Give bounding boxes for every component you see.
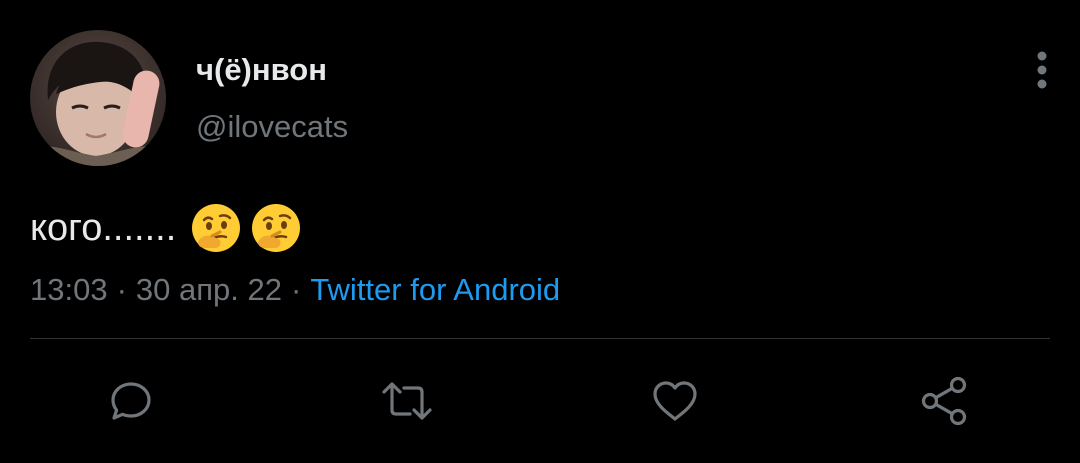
tweet-text-content: кого....... bbox=[30, 206, 177, 249]
tweet-time: 13:03 bbox=[30, 272, 108, 307]
share-icon bbox=[921, 376, 967, 426]
display-name[interactable]: ч(ё)нвон bbox=[196, 52, 327, 88]
more-options-button[interactable] bbox=[1026, 50, 1058, 90]
divider bbox=[30, 338, 1050, 339]
meta-separator: · bbox=[290, 272, 302, 307]
reply-icon bbox=[111, 382, 151, 420]
tweet-date: 30 апр. 22 bbox=[135, 272, 282, 307]
retweet-button[interactable] bbox=[380, 374, 434, 428]
tweet-text: кого....... bbox=[30, 202, 310, 254]
thinking-face-icon bbox=[192, 204, 241, 252]
heart-icon bbox=[653, 381, 697, 421]
meta-separator: · bbox=[116, 272, 127, 307]
like-button[interactable] bbox=[648, 374, 702, 428]
handle[interactable]: @ilovecats bbox=[196, 109, 348, 145]
thinking-face-icon bbox=[252, 204, 301, 252]
more-vertical-icon bbox=[1037, 51, 1047, 89]
reply-button[interactable] bbox=[104, 374, 158, 428]
retweet-icon bbox=[382, 382, 432, 420]
share-button[interactable] bbox=[918, 374, 972, 428]
avatar-photo bbox=[30, 30, 166, 166]
tweet-meta: 13:03 · 30 апр. 22 · Twitter for Android bbox=[30, 272, 560, 308]
tweet-source-link[interactable]: Twitter for Android bbox=[310, 272, 560, 307]
avatar[interactable] bbox=[30, 30, 166, 166]
